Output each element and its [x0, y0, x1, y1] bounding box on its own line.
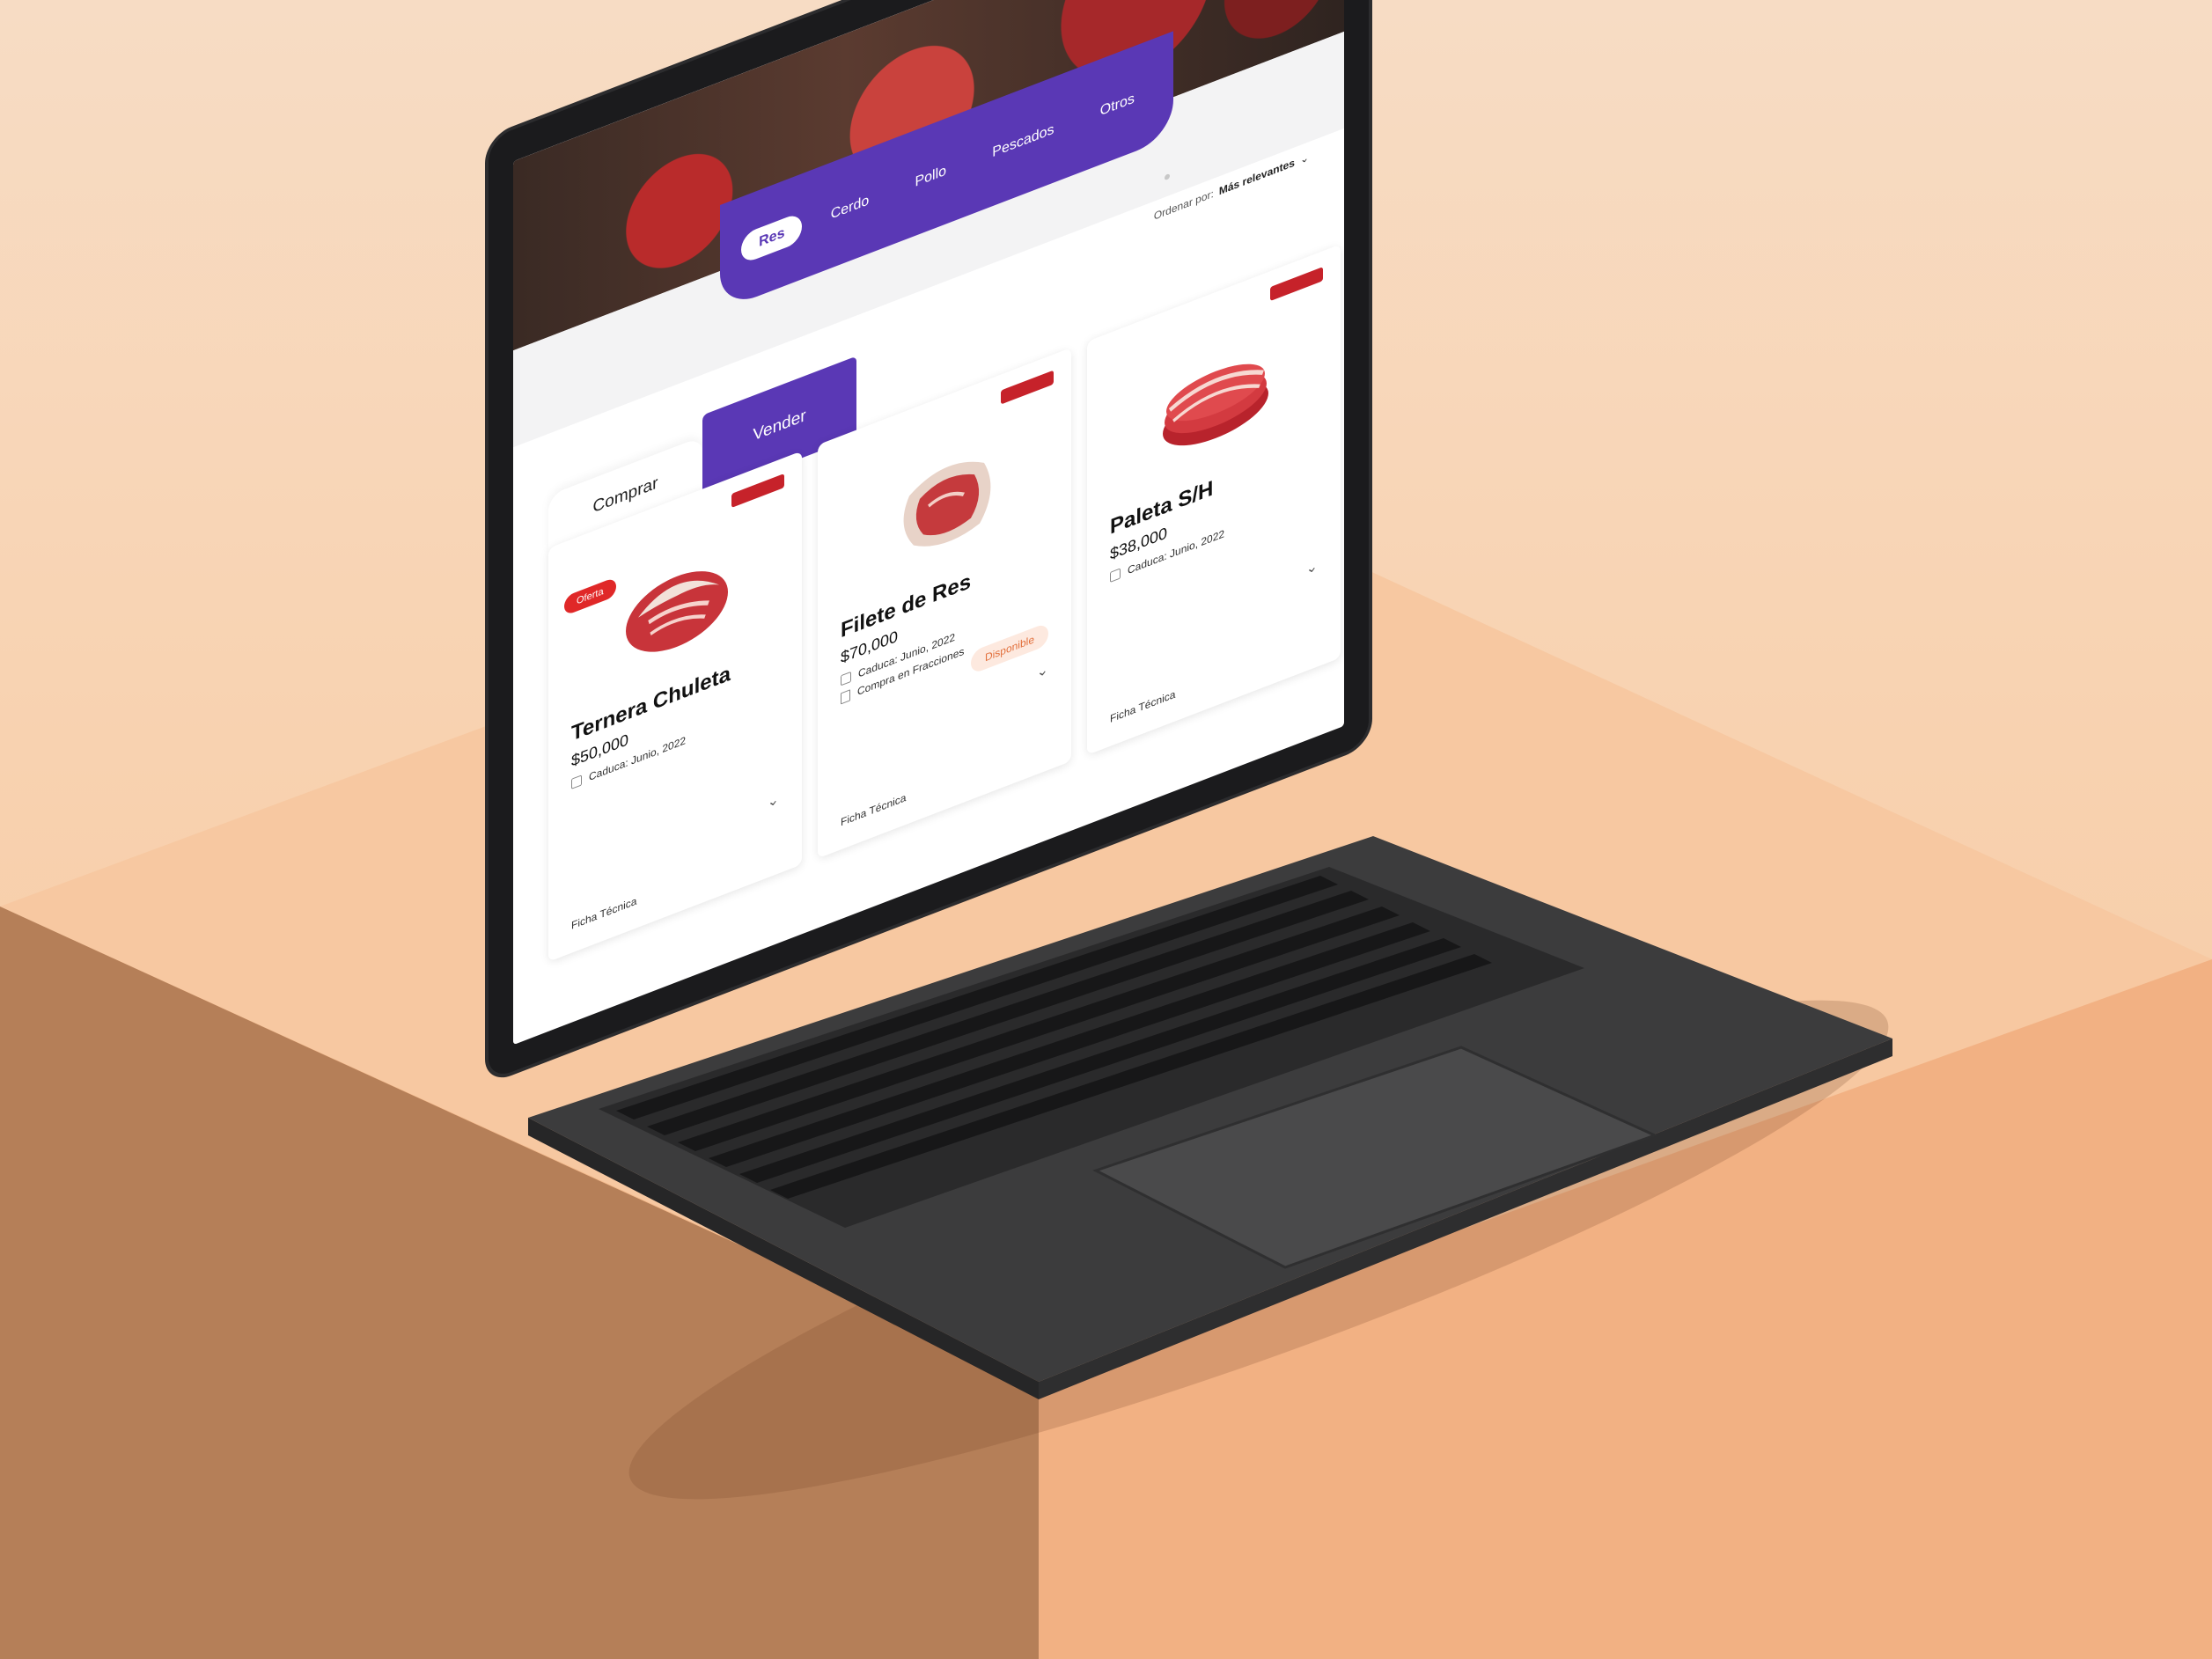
chevron-down-icon[interactable]: ⌄ — [1306, 556, 1318, 578]
spec-sheet-link[interactable]: Ficha Técnica — [571, 894, 636, 932]
chevron-down-icon[interactable]: ⌄ — [1037, 660, 1048, 682]
brand-logo-icon — [1001, 370, 1054, 405]
category-otros[interactable]: Otros — [1083, 77, 1152, 134]
calendar-icon — [571, 774, 582, 789]
category-res[interactable]: Res — [741, 211, 803, 265]
document-icon — [841, 688, 850, 704]
category-cerdo[interactable]: Cerdo — [813, 179, 887, 237]
category-pescados[interactable]: Pescados — [974, 108, 1071, 175]
calendar-icon — [1110, 568, 1121, 583]
spec-sheet-link[interactable]: Ficha Técnica — [841, 791, 906, 829]
calendar-icon — [841, 671, 851, 686]
chevron-down-icon[interactable]: ⌄ — [768, 789, 779, 811]
brand-logo-icon — [731, 473, 784, 509]
product-image — [1152, 329, 1275, 473]
brand-logo-icon — [1270, 267, 1323, 302]
spec-sheet-link[interactable]: Ficha Técnica — [1110, 687, 1175, 725]
chevron-down-icon: ⌄ — [1299, 150, 1309, 167]
product-card[interactable]: Paleta S/H $38,000 Caduca: Junio, 2022 ⌄… — [1087, 244, 1341, 755]
category-pollo[interactable]: Pollo — [897, 150, 964, 205]
offer-badge: Oferta — [564, 576, 616, 616]
product-image — [883, 432, 1006, 576]
product-image — [614, 536, 737, 680]
